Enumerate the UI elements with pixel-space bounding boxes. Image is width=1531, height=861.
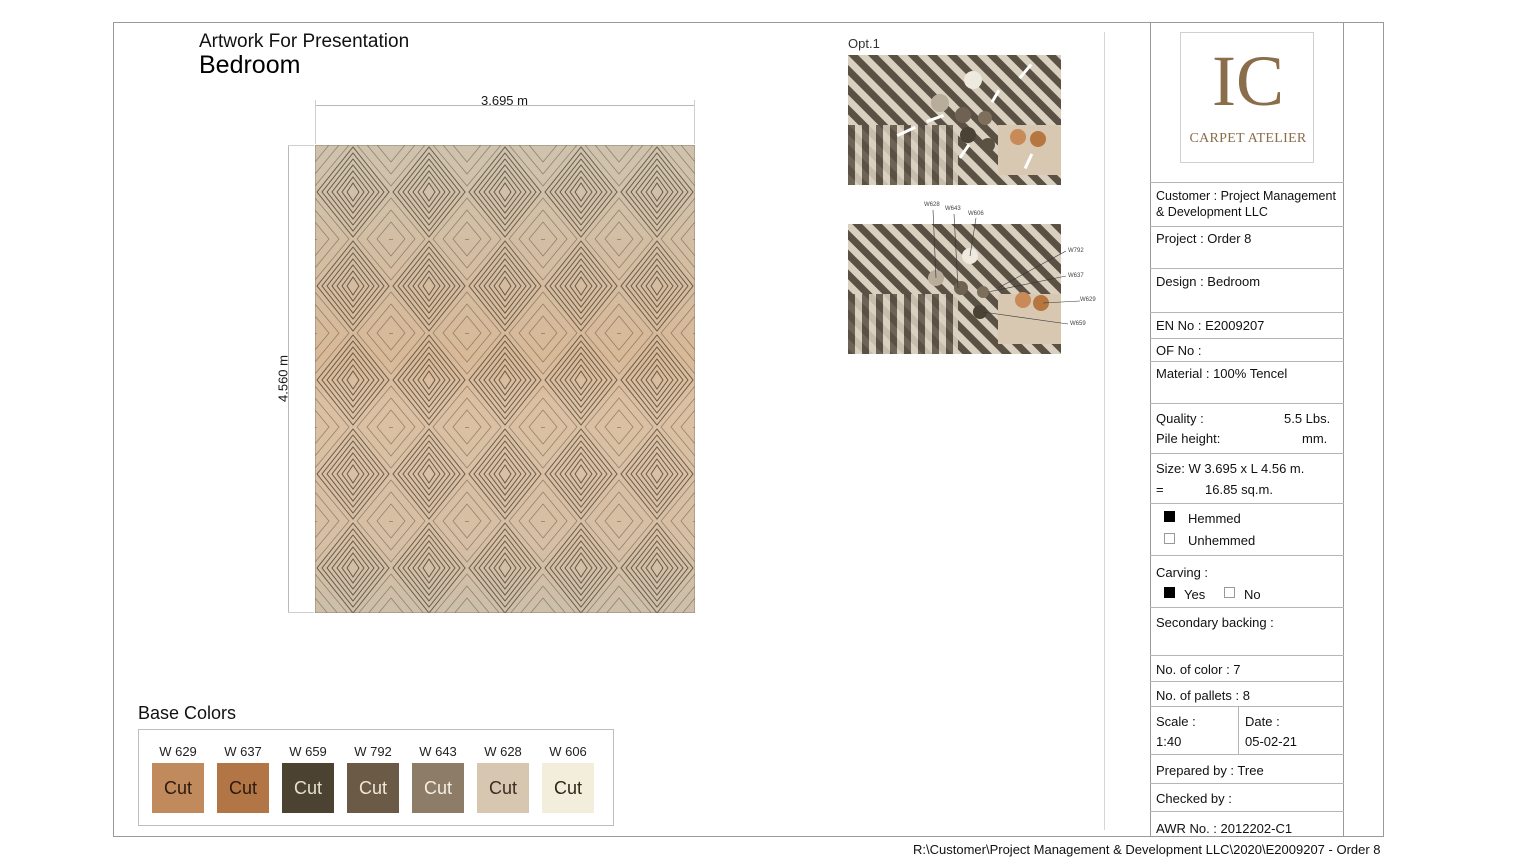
row-divider bbox=[1150, 312, 1344, 313]
swatch-code: W 792 bbox=[354, 744, 392, 759]
column-divider bbox=[1104, 32, 1105, 830]
row-divider bbox=[1150, 811, 1344, 812]
no-of-pallets-field: No. of pallets : 8 bbox=[1156, 688, 1250, 703]
checked-by-field: Checked by : bbox=[1156, 791, 1232, 806]
customer-field: Customer : Project Management bbox=[1156, 189, 1336, 203]
row-divider bbox=[1150, 706, 1344, 707]
row-divider bbox=[1150, 655, 1344, 656]
pile-height-label: Pile height: bbox=[1156, 431, 1221, 446]
awr-no-field: AWR No. : 2012202-C1 bbox=[1156, 821, 1293, 836]
en-no-field: EN No : E2009207 bbox=[1156, 318, 1265, 333]
scale-label: Scale : bbox=[1156, 714, 1196, 729]
callout-label: W606 bbox=[968, 211, 984, 217]
row-divider bbox=[1150, 361, 1344, 362]
yarn-sample-photo bbox=[848, 55, 1061, 185]
row-divider bbox=[1150, 268, 1344, 269]
date-value: 05-02-21 bbox=[1245, 734, 1298, 749]
date-label: Date : bbox=[1245, 714, 1280, 729]
carving-no-label: No bbox=[1244, 587, 1261, 602]
logo-monogram: IC bbox=[1212, 41, 1284, 121]
prepared-by-field: Prepared by : Tree bbox=[1156, 763, 1264, 778]
row-divider bbox=[1150, 681, 1344, 682]
unhemmed-checkbox[interactable] bbox=[1164, 533, 1175, 544]
scale-value: 1:40 bbox=[1156, 734, 1182, 749]
swatch-code: W 643 bbox=[419, 744, 457, 759]
of-no-field: OF No : bbox=[1156, 343, 1202, 358]
material-field: Material : 100% Tencel bbox=[1156, 366, 1288, 381]
row-divider bbox=[1150, 338, 1344, 339]
callout-label: W628 bbox=[924, 202, 940, 208]
unhemmed-label: Unhemmed bbox=[1188, 533, 1256, 548]
customer-field-cont: & Development LLC bbox=[1156, 205, 1268, 219]
dimension-tick bbox=[315, 100, 316, 144]
swatch-code: W 629 bbox=[159, 744, 197, 759]
row-divider bbox=[1150, 607, 1344, 608]
quality-value: 5.5 Lbs. bbox=[1284, 411, 1331, 426]
row-divider bbox=[1150, 503, 1344, 504]
callout-label: W659 bbox=[1070, 321, 1086, 327]
color-swatch: Cut bbox=[412, 763, 464, 813]
dimension-tick bbox=[288, 612, 314, 613]
design-field: Design : Bedroom bbox=[1156, 274, 1261, 289]
file-path-footer: R:\Customer\Project Management & Develop… bbox=[913, 842, 1381, 857]
option-label: Opt.1 bbox=[848, 36, 880, 51]
row-divider bbox=[1150, 182, 1344, 183]
color-swatch: Cut bbox=[477, 763, 529, 813]
pile-height-value: mm. bbox=[1302, 431, 1328, 446]
swatch-code: W 628 bbox=[484, 744, 522, 759]
carving-yes-label: Yes bbox=[1184, 587, 1206, 602]
color-swatch: Cut bbox=[152, 763, 204, 813]
row-divider bbox=[1150, 754, 1344, 755]
hemmed-checkbox[interactable] bbox=[1164, 511, 1175, 522]
color-swatch: Cut bbox=[347, 763, 399, 813]
yarn-sample-callout-photo bbox=[848, 209, 1081, 354]
info-panel-left-border bbox=[1150, 22, 1151, 837]
row-divider bbox=[1150, 783, 1344, 784]
quality-label: Quality : bbox=[1156, 411, 1204, 426]
callout-label: W629 bbox=[1080, 297, 1096, 303]
row-divider bbox=[1150, 226, 1344, 227]
info-panel-right-border bbox=[1343, 22, 1344, 837]
secondary-backing-field: Secondary backing : bbox=[1156, 615, 1274, 630]
size-area: 16.85 sq.m. bbox=[1205, 482, 1273, 497]
color-swatch: Cut bbox=[217, 763, 269, 813]
swatch-code: W 606 bbox=[549, 744, 587, 759]
dimension-tick bbox=[288, 145, 314, 146]
height-dimension-label: 4.560 m bbox=[275, 355, 291, 402]
base-colors-title: Base Colors bbox=[138, 703, 237, 723]
color-swatch: Cut bbox=[542, 763, 594, 813]
swatch-code: W 659 bbox=[289, 744, 327, 759]
scale-date-divider bbox=[1238, 706, 1239, 754]
carving-label: Carving : bbox=[1156, 565, 1209, 580]
hemmed-label: Hemmed bbox=[1188, 511, 1241, 526]
callout-label: W637 bbox=[1068, 273, 1084, 279]
callout-label: W792 bbox=[1068, 248, 1084, 254]
rug-artwork-image bbox=[315, 145, 695, 613]
carving-yes-checkbox[interactable] bbox=[1164, 587, 1175, 598]
row-divider bbox=[1150, 403, 1344, 404]
company-logo: IC CARPET ATELIER bbox=[1180, 32, 1314, 163]
document-title: Artwork For Presentation bbox=[199, 31, 410, 52]
base-colors-panel: W 629 W 637 W 659 W 792 W 643 W 628 W 60… bbox=[138, 729, 614, 826]
no-of-color-field: No. of color : 7 bbox=[1156, 662, 1241, 677]
carving-no-checkbox[interactable] bbox=[1224, 587, 1235, 598]
width-dimension-label: 3.695 m bbox=[481, 93, 528, 108]
project-field: Project : Order 8 bbox=[1156, 231, 1252, 246]
size-field: Size: W 3.695 x L 4.56 m. bbox=[1156, 461, 1305, 476]
design-name: Bedroom bbox=[199, 51, 301, 79]
row-divider bbox=[1150, 453, 1344, 454]
color-swatch: Cut bbox=[282, 763, 334, 813]
row-divider bbox=[1150, 555, 1344, 556]
size-equals: = bbox=[1156, 482, 1164, 497]
callout-label: W643 bbox=[945, 206, 961, 212]
swatch-code: W 637 bbox=[224, 744, 262, 759]
dimension-tick bbox=[694, 100, 695, 144]
logo-wordmark: CARPET ATELIER bbox=[1189, 131, 1307, 146]
